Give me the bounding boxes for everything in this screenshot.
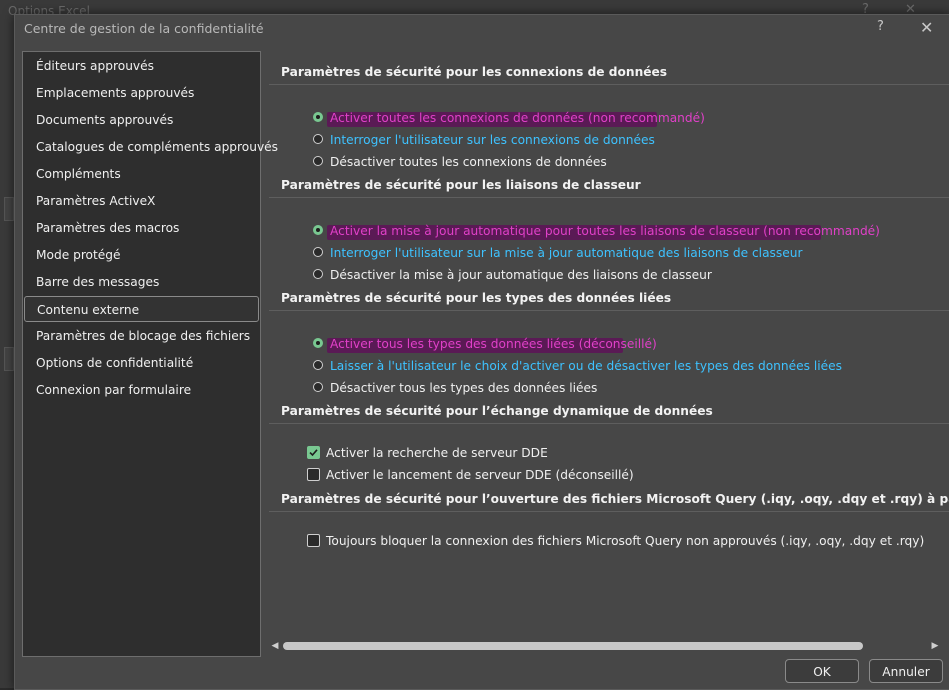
option-label: Interroger l'utilisateur sur la mise à j… — [330, 246, 803, 260]
section-heading-ms-query: Paramètres de sécurité pour l’ouverture … — [281, 492, 949, 506]
sidebar-item-documents-approuves[interactable]: Documents approuvés — [23, 107, 258, 133]
section-heading-linked-data-types: Paramètres de sécurité pour les types de… — [281, 291, 672, 305]
sidebar-item-complements[interactable]: Compléments — [23, 161, 258, 187]
option-label: Activer le lancement de serveur DDE (déc… — [326, 468, 634, 482]
option-label: Désactiver la mise à jour automatique de… — [330, 268, 712, 282]
sidebar-item-mode-protege[interactable]: Mode protégé — [23, 242, 258, 268]
scroll-track[interactable] — [283, 642, 927, 650]
checkbox-indicator — [307, 468, 320, 481]
radio-indicator — [313, 156, 323, 166]
radio-indicator — [313, 225, 323, 235]
section-heading-workbook-links: Paramètres de sécurité pour les liaisons… — [281, 178, 641, 192]
background-strip — [4, 347, 14, 371]
scroll-thumb[interactable] — [283, 642, 863, 650]
dialog-title: Centre de gestion de la confidentialité — [24, 21, 264, 36]
section-divider — [269, 511, 949, 512]
check-icon — [309, 449, 318, 457]
sidebar-item-contenu-externe[interactable]: Contenu externe — [24, 296, 259, 322]
close-button[interactable]: ✕ — [920, 18, 933, 37]
sidebar-nav: Éditeurs approuvés Emplacements approuvé… — [22, 51, 278, 657]
ok-button[interactable]: OK — [785, 659, 859, 683]
option-label: Activer toutes les connexions de données… — [330, 111, 705, 125]
sidebar-item-activex[interactable]: Paramètres ActiveX — [23, 188, 258, 214]
settings-content: Paramètres de sécurité pour les connexio… — [269, 51, 949, 641]
checkbox-indicator — [307, 534, 320, 547]
radio-indicator — [313, 338, 323, 348]
radio-indicator — [313, 360, 323, 370]
section-divider — [269, 197, 949, 198]
section-divider — [269, 423, 949, 424]
section-heading-dde: Paramètres de sécurité pour l’échange dy… — [281, 404, 713, 418]
cancel-button[interactable]: Annuler — [869, 659, 943, 683]
sidebar-item-confidentialite[interactable]: Options de confidentialité — [23, 350, 258, 376]
sidebar-item-emplacements-approuves[interactable]: Emplacements approuvés — [23, 80, 258, 106]
horizontal-scrollbar[interactable]: ◀ ▶ — [269, 638, 942, 654]
help-button[interactable]: ? — [877, 19, 884, 34]
background-strip — [4, 197, 14, 221]
sidebar-item-macros[interactable]: Paramètres des macros — [23, 215, 258, 241]
option-label: Toujours bloquer la connexion des fichie… — [326, 534, 925, 548]
sidebar-item-editeurs-approuves[interactable]: Éditeurs approuvés — [23, 53, 258, 79]
option-label: Désactiver tous les types des données li… — [330, 381, 598, 395]
scroll-left-icon[interactable]: ◀ — [269, 639, 281, 653]
section-heading-data-connections: Paramètres de sécurité pour les connexio… — [281, 65, 668, 79]
option-label: Activer tous les types des données liées… — [330, 337, 657, 351]
section-divider — [269, 310, 949, 311]
option-label: Interroger l'utilisateur sur les connexi… — [330, 133, 655, 147]
radio-indicator — [313, 112, 323, 122]
radio-indicator — [313, 247, 323, 257]
section-divider — [269, 84, 949, 85]
radio-indicator — [313, 382, 323, 392]
option-label: Activer la recherche de serveur DDE — [326, 446, 548, 460]
radio-indicator — [313, 134, 323, 144]
option-label: Laisser à l'utilisateur le choix d'activ… — [330, 359, 842, 373]
radio-indicator — [313, 269, 323, 279]
option-label: Désactiver toutes les connexions de donn… — [330, 155, 607, 169]
sidebar-item-blocage-fichiers[interactable]: Paramètres de blocage des fichiers — [23, 323, 258, 349]
sidebar-item-catalogues-complements[interactable]: Catalogues de compléments approuvés — [23, 134, 278, 160]
scroll-right-icon[interactable]: ▶ — [929, 639, 941, 653]
trust-center-dialog: Centre de gestion de la confidentialité … — [14, 14, 949, 690]
checkbox-indicator — [307, 446, 320, 459]
sidebar-item-connexion-formulaire[interactable]: Connexion par formulaire — [23, 377, 258, 403]
sidebar-item-barre-messages[interactable]: Barre des messages — [23, 269, 258, 295]
option-label: Activer la mise à jour automatique pour … — [330, 224, 880, 238]
